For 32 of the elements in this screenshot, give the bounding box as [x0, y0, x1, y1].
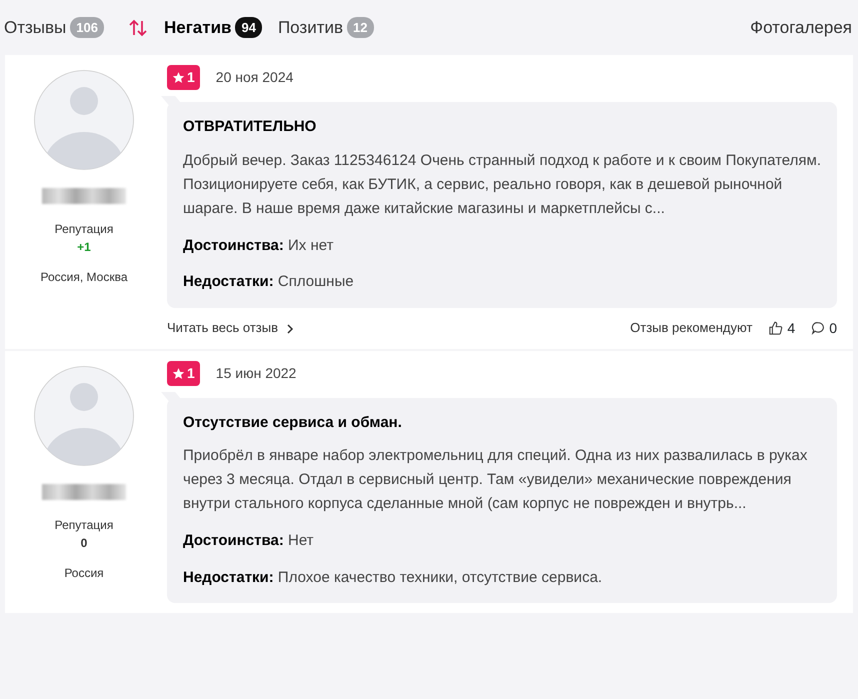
rating-badge: 1: [167, 65, 200, 90]
review-title: ОТВРАТИТЕЛЬНО: [183, 117, 318, 137]
review-date: 15 июн 2022: [216, 364, 296, 382]
star-icon: [172, 71, 185, 84]
reputation-label: Репутация: [54, 221, 114, 238]
like-button[interactable]: 4: [768, 318, 796, 338]
pros-text: Достоинства: Их нет: [183, 236, 334, 256]
rating-badge: 1: [167, 360, 200, 386]
filter-tab[interactable]: Негатив 94: [164, 14, 262, 40]
star-icon: [172, 366, 185, 380]
chevron-right-icon: [286, 324, 294, 334]
sort-icon[interactable]: [128, 18, 148, 38]
comments-button[interactable]: 0: [811, 318, 837, 338]
filter-tab[interactable]: Позитив 12: [278, 14, 374, 40]
location: Россия: [64, 564, 104, 582]
reputation-label: Репутация: [54, 516, 114, 534]
comment-icon: [811, 321, 826, 335]
review-date: 20 ноя 2024: [216, 68, 294, 87]
filter-tab[interactable]: Отзывы 106: [4, 14, 104, 40]
review-text: Добрый вечер. Заказ 1125346124 Очень странный подход к работе и к своим Покупателям. Позиционируете себя, как БУТИК, а сервис, реально говоря, как в дешевой рыночной шараге. В наше время даже китайские магазины и маркетплейсы с...: [183, 150, 821, 218]
cons-text: Недостатки: Сплошные: [183, 272, 355, 292]
read-more-link[interactable]: Читать весь отзыв: [167, 318, 294, 338]
thumbs-up-icon: [768, 320, 784, 336]
pros-text: Достоинства: Нет: [183, 531, 315, 551]
review-title: Отсутствие сервиса и обман.: [183, 412, 403, 432]
cons-text: Недостатки: Плохое качество техники, отсутствие сервиса.: [183, 568, 604, 588]
location: Россия, Москва: [40, 269, 128, 286]
photo-gallery-link[interactable]: Фотогалерея: [750, 14, 852, 40]
reputation-value: 0: [80, 534, 88, 552]
recommend-label: Отзыв рекомендуют: [630, 319, 752, 338]
reputation-value: +1: [77, 239, 91, 256]
review-text: Приобрёл в январе набор электромельниц для специй. Одна из них развалилась в руках через 3 месяца. Отдал в сервисный центр. Там «увидели» механические повреждения внутри стального корпуса сделанные мной (сам корпус не поврежден и внутрь...: [183, 446, 808, 514]
